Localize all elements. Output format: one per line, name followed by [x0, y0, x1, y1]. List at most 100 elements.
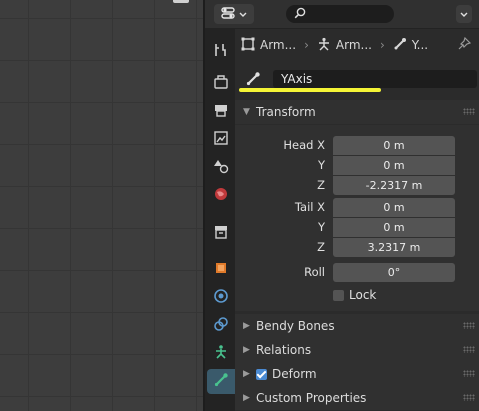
- tool-icon: [213, 42, 229, 61]
- properties-editor-icon: [221, 6, 235, 23]
- roll-field[interactable]: 0°: [333, 263, 455, 282]
- bone-name-row: YAxis: [241, 68, 477, 90]
- panel-deform-header[interactable]: ▶ Deform: [235, 362, 479, 386]
- properties-header: [205, 0, 479, 29]
- search-icon: [294, 7, 306, 22]
- chevron-down-icon: [239, 7, 247, 21]
- tab-view-layer[interactable]: [208, 127, 234, 152]
- object-icon: [241, 37, 255, 54]
- chevron-right-icon: ▶: [243, 321, 250, 331]
- world-icon: [213, 186, 229, 205]
- collection-icon: [213, 224, 229, 243]
- deform-checkbox[interactable]: [256, 368, 267, 380]
- breadcrumb-armature[interactable]: Arm...: [317, 37, 372, 54]
- head-x-label: Head X: [283, 138, 325, 152]
- tail-y-row: Y 0 m: [235, 218, 479, 237]
- roll-label: Roll: [304, 265, 325, 279]
- render-icon: [213, 74, 229, 93]
- tab-object[interactable]: [208, 257, 234, 282]
- tab-bone[interactable]: [207, 369, 235, 394]
- chevron-right-icon: ›: [304, 38, 309, 52]
- lock-row: Lock: [235, 285, 479, 304]
- panel-title: Custom Properties: [256, 391, 367, 405]
- head-z-field[interactable]: -2.2317 m: [333, 176, 455, 195]
- properties-editor: Arm... › Arm... › Y... YAxis ▼ Transform…: [205, 0, 479, 411]
- head-z-label: Z: [317, 178, 325, 192]
- panel-title: Deform: [272, 367, 317, 381]
- viewport-corner-widget[interactable]: [173, 0, 189, 3]
- properties-tabs: [205, 29, 235, 411]
- view-layer-icon: [213, 130, 229, 149]
- chevron-right-icon: ▶: [243, 345, 250, 355]
- breadcrumb-label: Arm...: [260, 38, 297, 52]
- drag-handle-icon[interactable]: [463, 346, 475, 353]
- tab-modifiers[interactable]: [208, 285, 234, 310]
- properties-content: Arm... › Arm... › Y... YAxis ▼ Transform…: [235, 29, 479, 411]
- tail-x-field[interactable]: 0 m: [333, 198, 455, 217]
- tab-scene[interactable]: [208, 155, 234, 180]
- head-z-row: Z -2.2317 m: [235, 176, 479, 195]
- panel-title: Relations: [256, 343, 312, 357]
- tail-x-label: Tail X: [294, 200, 325, 214]
- bone-icon: [213, 372, 229, 391]
- head-y-row: Y 0 m: [235, 156, 479, 175]
- breadcrumb-label: Arm...: [335, 38, 372, 52]
- breadcrumb: Arm... › Arm... › Y...: [241, 29, 479, 61]
- chevron-down-icon: [460, 7, 468, 21]
- breadcrumb-label: Y...: [411, 38, 429, 52]
- tail-z-field[interactable]: 3.2317 m: [333, 238, 455, 257]
- lock-label: Lock: [349, 288, 377, 302]
- head-y-field[interactable]: 0 m: [333, 156, 455, 175]
- breadcrumb-bone[interactable]: Y...: [393, 37, 428, 54]
- modifier-icon: [213, 288, 229, 307]
- drag-handle-icon[interactable]: [463, 370, 475, 377]
- bone-name-field[interactable]: YAxis: [273, 70, 477, 88]
- panel-title: Bendy Bones: [256, 319, 335, 333]
- bone-icon: [393, 37, 407, 54]
- panel-relations-header[interactable]: ▶ Relations: [235, 338, 479, 362]
- panel-title: Transform: [256, 105, 316, 119]
- search-input[interactable]: [286, 5, 394, 23]
- head-x-field[interactable]: 0 m: [333, 136, 455, 155]
- tail-z-label: Z: [317, 240, 325, 254]
- lock-checkbox[interactable]: Lock: [333, 288, 376, 302]
- checkbox-box[interactable]: [333, 289, 344, 301]
- pin-icon[interactable]: [457, 36, 472, 54]
- chevron-right-icon: ›: [379, 38, 385, 52]
- tail-y-field[interactable]: 0 m: [333, 218, 455, 237]
- panel-bendy-bones-header[interactable]: ▶ Bendy Bones: [235, 314, 479, 338]
- drag-handle-icon[interactable]: [463, 322, 475, 329]
- tail-x-row: Tail X 0 m: [235, 198, 479, 217]
- armature-icon: [213, 344, 229, 363]
- panel-transform-header[interactable]: ▼ Transform: [235, 100, 479, 124]
- output-icon: [213, 102, 229, 121]
- tab-tool[interactable]: [208, 39, 234, 64]
- object-icon: [213, 260, 229, 279]
- tab-render[interactable]: [208, 71, 234, 96]
- head-x-row: Head X 0 m: [235, 136, 479, 155]
- chevron-right-icon: ▶: [243, 393, 250, 403]
- chevron-right-icon: ▶: [243, 369, 250, 379]
- annotation-highlight: [239, 88, 381, 92]
- 3d-viewport[interactable]: [0, 0, 203, 411]
- tab-collection[interactable]: [208, 221, 234, 246]
- constraint-icon: [213, 316, 229, 335]
- tab-output[interactable]: [208, 99, 234, 124]
- scene-icon: [213, 158, 229, 177]
- tab-object-data[interactable]: [208, 341, 234, 366]
- editor-type-dropdown[interactable]: [214, 4, 254, 24]
- tab-world[interactable]: [208, 183, 234, 208]
- head-y-label: Y: [317, 158, 325, 172]
- tail-z-row: Z 3.2317 m: [235, 238, 479, 257]
- armature-icon: [317, 37, 331, 54]
- tail-y-label: Y: [317, 220, 325, 234]
- panel-transform-body: Head X 0 m Y 0 m Z -2.2317 m Tail X 0 m …: [235, 125, 479, 311]
- panel-custom-properties-header[interactable]: ▶ Custom Properties: [235, 386, 479, 410]
- drag-handle-icon[interactable]: [463, 108, 475, 115]
- chevron-down-icon: ▼: [243, 107, 250, 117]
- tab-constraints[interactable]: [208, 313, 234, 338]
- breadcrumb-object[interactable]: Arm...: [241, 37, 296, 54]
- roll-row: Roll 0°: [235, 263, 479, 282]
- options-dropdown[interactable]: [456, 5, 472, 23]
- drag-handle-icon[interactable]: [463, 394, 475, 401]
